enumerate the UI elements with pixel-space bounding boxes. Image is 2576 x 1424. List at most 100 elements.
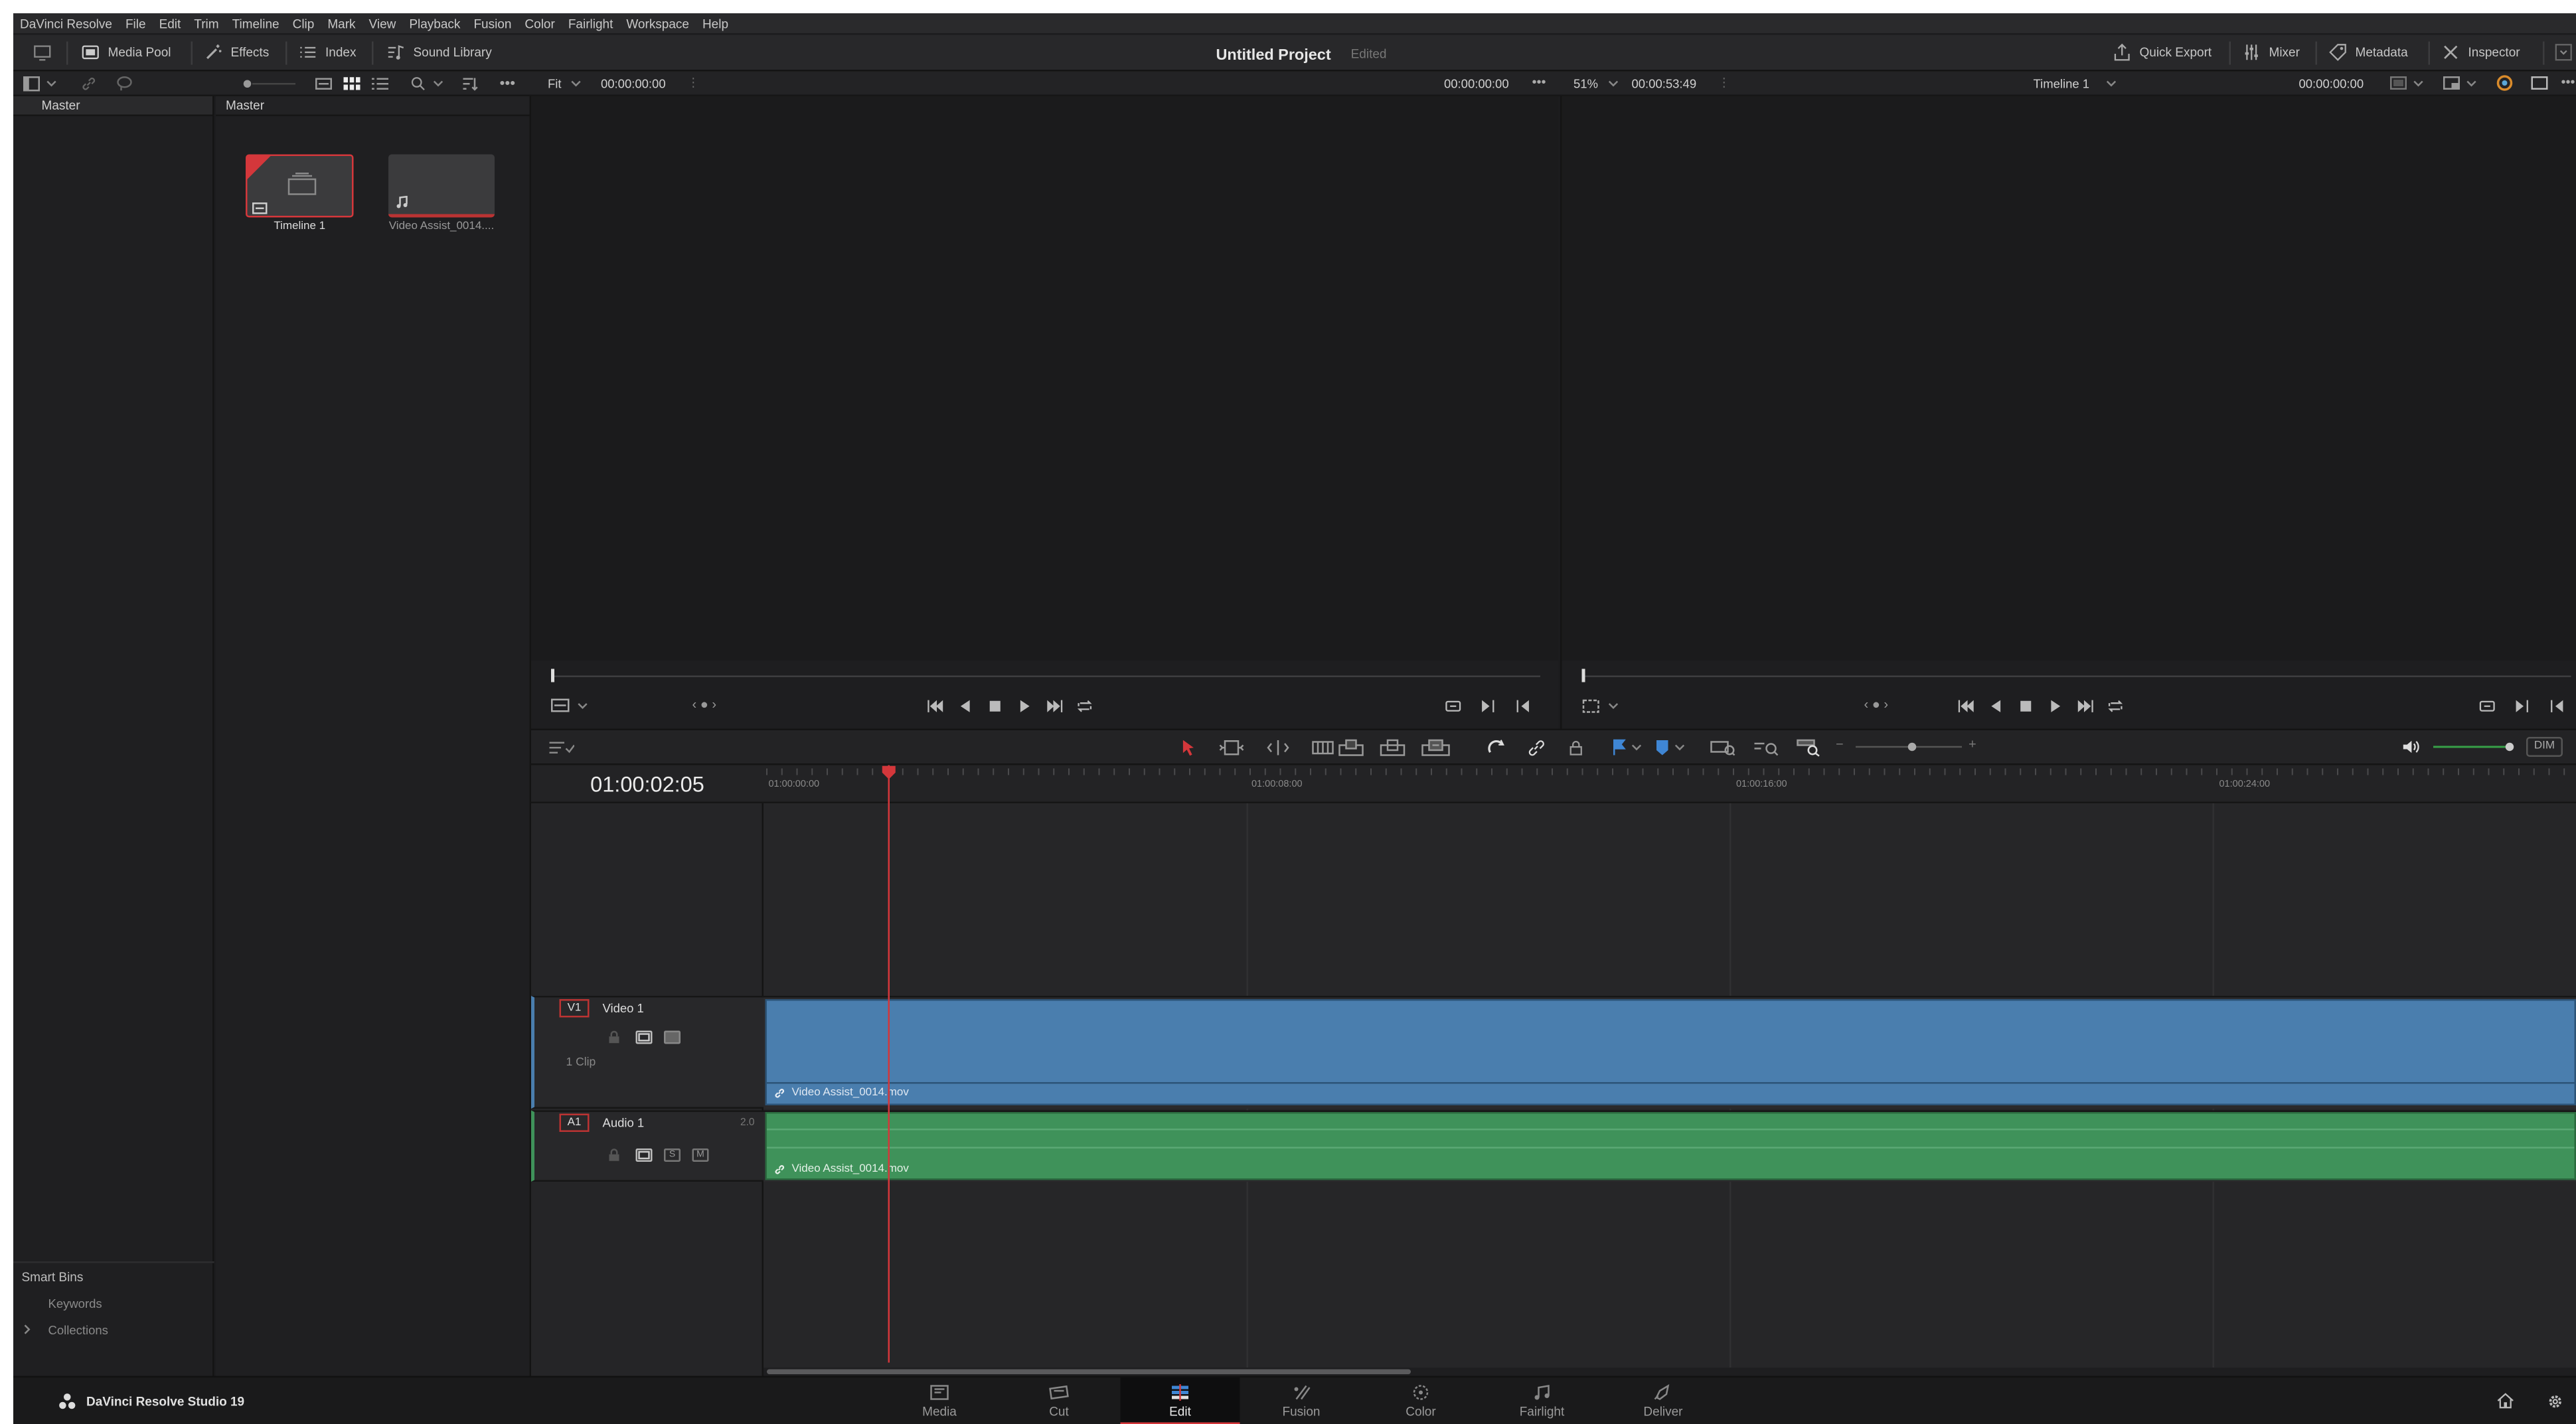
metadata-view-icon[interactable] xyxy=(315,76,332,92)
expand-icon[interactable] xyxy=(2555,43,2573,62)
transform-icon[interactable] xyxy=(1582,699,1601,714)
play-icon[interactable] xyxy=(2047,697,2065,716)
trim-tool-icon[interactable] xyxy=(1218,739,1245,757)
chevron-down-icon[interactable] xyxy=(1609,702,1619,711)
timeline-ruler[interactable]: 01:00:00:00 01:00:08:00 01:00:16:00 01:0… xyxy=(764,765,2576,804)
playhead-handle-icon[interactable] xyxy=(882,765,897,781)
sidebar-toggle-icon[interactable] xyxy=(23,76,40,92)
lock-icon[interactable] xyxy=(607,1148,621,1162)
thumbnail-view-icon[interactable] xyxy=(344,76,361,92)
loop-icon[interactable] xyxy=(1076,697,1094,716)
scrollbar-thumb[interactable] xyxy=(767,1370,1411,1375)
video-clip[interactable]: Video Assist_0014.mov xyxy=(765,999,2576,1105)
go-to-end-icon[interactable] xyxy=(2077,697,2095,716)
go-to-start-icon[interactable] xyxy=(1957,697,1976,716)
keywords-bin[interactable]: Keywords xyxy=(48,1297,102,1312)
color-wheel-icon[interactable] xyxy=(2496,75,2513,92)
menu-davinci-resolve[interactable]: DaVinci Resolve xyxy=(20,16,112,31)
clip-thumbnail-video-assist[interactable] xyxy=(388,155,495,218)
timeline-playhead[interactable] xyxy=(888,765,890,1363)
menu-timeline[interactable]: Timeline xyxy=(232,16,280,31)
marker-dropdown[interactable] xyxy=(1655,739,1685,757)
master-bin[interactable]: Master xyxy=(13,96,212,116)
menu-help[interactable]: Help xyxy=(702,16,728,31)
metadata-button[interactable]: Metadata xyxy=(2329,43,2408,62)
mute-button[interactable]: M xyxy=(692,1148,709,1162)
dim-button[interactable]: DIM xyxy=(2526,737,2563,757)
next-frame-icon[interactable] xyxy=(2513,697,2532,716)
flag-dropdown[interactable] xyxy=(1612,739,1642,757)
auto-select-icon[interactable] xyxy=(636,1031,653,1044)
jog-control[interactable]: ‹ ● › xyxy=(692,697,717,712)
play-icon[interactable] xyxy=(1016,697,1034,716)
menu-file[interactable]: File xyxy=(125,16,146,31)
auto-select-icon[interactable] xyxy=(636,1148,653,1162)
current-timecode[interactable]: 01:00:02:05 xyxy=(531,772,764,797)
next-frame-icon[interactable] xyxy=(1479,697,1498,716)
tab-edit[interactable]: Edit xyxy=(1121,1378,1240,1424)
menu-playback[interactable]: Playback xyxy=(409,16,460,31)
detail-zoom-icon[interactable] xyxy=(1753,739,1779,757)
solo-button[interactable]: S xyxy=(664,1148,681,1162)
replace-clip-icon[interactable] xyxy=(1421,739,1451,757)
timeline-viewer[interactable] xyxy=(1560,96,2576,661)
overwrite-clip-icon[interactable] xyxy=(1380,739,1406,757)
index-button[interactable]: Index xyxy=(299,43,356,62)
chevron-down-icon[interactable] xyxy=(434,80,443,88)
match-frame-icon[interactable] xyxy=(2478,697,2497,716)
linked-selection-icon[interactable] xyxy=(1527,739,1546,757)
menu-color[interactable]: Color xyxy=(524,16,554,31)
viewer-options-icon[interactable]: ⋮ xyxy=(1718,75,1730,90)
prev-frame-icon[interactable] xyxy=(2548,697,2567,716)
menu-mark[interactable]: Mark xyxy=(327,16,355,31)
more-options-icon[interactable]: ••• xyxy=(2561,75,2575,90)
volume-slider[interactable] xyxy=(2433,740,2516,753)
timeline-zoom-dropdown[interactable]: 51% xyxy=(1573,76,1618,92)
search-icon[interactable] xyxy=(410,76,427,92)
timeline-zoom-slider[interactable] xyxy=(1856,740,1962,753)
track-badge[interactable]: A1 xyxy=(560,1114,590,1133)
thumbnail-size-slider[interactable] xyxy=(242,76,295,92)
source-viewer[interactable] xyxy=(531,96,1559,661)
source-zoom-dropdown[interactable]: Fit xyxy=(548,76,582,92)
tab-fusion[interactable]: Fusion xyxy=(1242,1378,1361,1424)
track-badge[interactable]: V1 xyxy=(560,999,590,1018)
list-view-icon[interactable] xyxy=(372,76,388,92)
selection-tool-icon[interactable] xyxy=(1178,739,1197,757)
effects-button[interactable]: Effects xyxy=(204,43,270,62)
timeline-viewer-playhead[interactable] xyxy=(1582,669,1585,682)
gear-icon[interactable] xyxy=(2546,1393,2565,1411)
stop-icon[interactable] xyxy=(986,697,1005,716)
zoom-out-icon[interactable]: − xyxy=(1836,737,1844,752)
source-options-icon[interactable]: ⋮ xyxy=(687,75,699,90)
jog-control[interactable]: ‹ ● › xyxy=(1864,697,1889,712)
volume-icon[interactable] xyxy=(2402,739,2421,755)
menu-fairlight[interactable]: Fairlight xyxy=(568,16,613,31)
tab-color[interactable]: Color xyxy=(1361,1378,1481,1424)
mixer-button[interactable]: Mixer xyxy=(2243,43,2300,62)
inspector-button[interactable]: Inspector xyxy=(2442,43,2520,62)
loop-icon[interactable] xyxy=(2107,697,2125,716)
panel-toggle-icon[interactable] xyxy=(33,43,52,62)
menu-workspace[interactable]: Workspace xyxy=(626,16,689,31)
clip-thumbnail-timeline[interactable] xyxy=(246,155,354,218)
lock-icon[interactable] xyxy=(607,1031,621,1044)
menu-edit[interactable]: Edit xyxy=(159,16,181,31)
media-pool-button[interactable]: Media Pool xyxy=(82,43,171,62)
prev-frame-icon[interactable] xyxy=(1514,697,1532,716)
metadata-filter-icon[interactable] xyxy=(116,76,133,92)
horizontal-scrollbar[interactable] xyxy=(764,1368,2576,1376)
link-icon[interactable] xyxy=(82,76,97,92)
go-to-end-icon[interactable] xyxy=(1046,697,1064,716)
audio-clip[interactable]: Video Assist_0014.mov xyxy=(765,1112,2576,1180)
menu-view[interactable]: View xyxy=(369,16,396,31)
sort-icon[interactable] xyxy=(461,76,478,92)
viewer-mode-icon[interactable] xyxy=(2390,76,2407,90)
viewer-layout-icon[interactable] xyxy=(2532,76,2548,90)
timeline-scrub-bar[interactable] xyxy=(1582,676,2571,678)
menu-clip[interactable]: Clip xyxy=(293,16,315,31)
tab-media[interactable]: Media xyxy=(880,1378,999,1424)
menu-fusion[interactable]: Fusion xyxy=(473,16,511,31)
stop-icon[interactable] xyxy=(2017,697,2036,716)
tab-deliver[interactable]: Deliver xyxy=(1603,1378,1723,1424)
